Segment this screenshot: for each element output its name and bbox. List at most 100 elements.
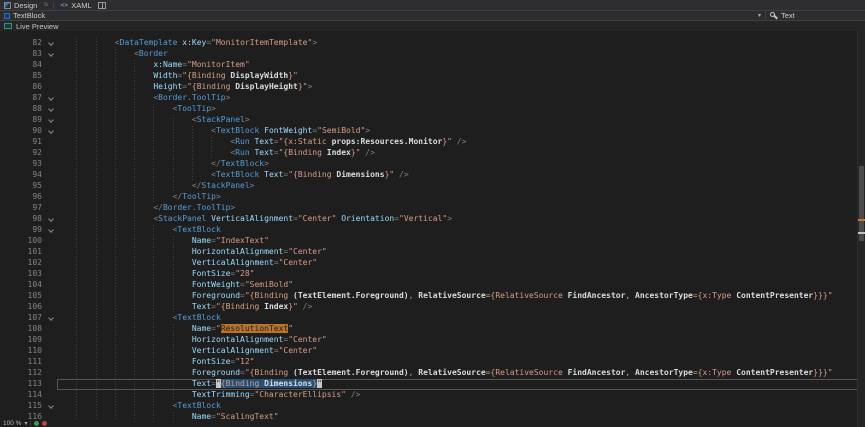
line-number[interactable]: 96 [0,192,44,203]
fold-toggle[interactable] [44,214,57,225]
code-text[interactable]: x:Name="MonitorItem" [57,60,865,71]
line-number[interactable]: 84 [0,60,44,71]
code-line[interactable]: 106 Text="{Binding Index}" /> [0,302,865,313]
fold-toggle[interactable] [44,115,57,126]
line-number[interactable]: 108 [0,324,44,335]
error-indicator-icon[interactable] [42,421,47,426]
code-text[interactable]: FontSize="28" [57,269,865,280]
line-number[interactable]: 93 [0,159,44,170]
line-number[interactable]: 91 [0,137,44,148]
code-line[interactable]: 107 <TextBlock [0,313,865,324]
code-text[interactable]: Text="{Binding Index}" /> [57,302,865,313]
code-text[interactable]: <Run Text="{x:Static props:Resources.Mon… [57,137,865,148]
code-text[interactable]: Name="IndexText" [57,236,865,247]
element-selector[interactable]: TextBlock ▾ [0,11,765,20]
code-text[interactable]: VerticalAlignment="Center" [57,258,865,269]
line-number[interactable]: 92 [0,148,44,159]
line-number[interactable]: 107 [0,313,44,324]
code-text[interactable]: Foreground="{Binding (TextElement.Foregr… [57,368,865,379]
scrollbar-thumb[interactable] [859,166,864,241]
fold-toggle[interactable] [44,49,57,60]
tab-xaml[interactable]: <> XAML [60,1,91,10]
line-number[interactable]: 102 [0,258,44,269]
code-line[interactable]: 108 Name="ResolutionText" [0,324,865,335]
line-number[interactable]: 103 [0,269,44,280]
code-text[interactable]: <StackPanel> [57,115,865,126]
line-number[interactable]: 95 [0,181,44,192]
code-text[interactable]: <TextBlock [57,401,865,412]
code-line[interactable]: 111 FontSize="12" [0,357,865,368]
code-text[interactable]: </Border.ToolTip> [57,203,865,214]
line-number[interactable]: 85 [0,71,44,82]
code-line[interactable]: 100 Name="IndexText" [0,236,865,247]
code-line[interactable]: 83 <Border [0,49,865,60]
code-text[interactable]: Foreground="{Binding (TextElement.Foregr… [57,291,865,302]
fold-toggle[interactable] [44,38,57,49]
code-line[interactable]: 93 </TextBlock> [0,159,865,170]
code-line[interactable]: 114 TextTrimming="CharacterEllipsis" /> [0,390,865,401]
fold-toggle[interactable] [44,313,57,324]
code-line[interactable]: 86 Height="{Binding DisplayHeight}"> [0,82,865,93]
line-number[interactable]: 110 [0,346,44,357]
code-text[interactable]: Width="{Binding DisplayWidth}" [57,71,865,82]
line-number[interactable]: 114 [0,390,44,401]
code-line[interactable]: 88 <ToolTip> [0,104,865,115]
line-number[interactable]: 94 [0,170,44,181]
tab-design[interactable]: Design [4,1,37,10]
code-text[interactable]: Name="ScalingText" [57,412,865,423]
code-text[interactable]: <Border [57,49,865,60]
code-line[interactable]: 85 Width="{Binding DisplayWidth}" [0,71,865,82]
code-line[interactable]: 98 <StackPanel VerticalAlignment="Center… [0,214,865,225]
code-line[interactable]: 109 HorizontalAlignment="Center" [0,335,865,346]
code-text[interactable]: Text="{Binding Dimensions}" [57,379,865,390]
code-text[interactable]: FontSize="12" [57,357,865,368]
code-line[interactable]: 82 <DataTemplate x:Key="MonitorItemTempl… [0,38,865,49]
code-text[interactable]: Name="ResolutionText" [57,324,865,335]
line-number[interactable]: 86 [0,82,44,93]
code-text[interactable]: HorizontalAlignment="Center" [57,335,865,346]
code-line[interactable]: 92 <Run Text="{Binding Index}" /> [0,148,865,159]
fold-toggle[interactable] [44,401,57,412]
fold-toggle[interactable] [44,93,57,104]
code-text[interactable]: <Run Text="{Binding Index}" /> [57,148,865,159]
code-text[interactable]: FontWeight="SemiBold" [57,280,865,291]
code-text[interactable]: <TextBlock [57,313,865,324]
code-text[interactable]: </TextBlock> [57,159,865,170]
code-line[interactable]: 89 <StackPanel> [0,115,865,126]
zoom-level[interactable]: 100 % [3,420,21,427]
code-line[interactable]: 95 </StackPanel> [0,181,865,192]
line-number[interactable]: 99 [0,225,44,236]
code-line[interactable]: 113 Text="{Binding Dimensions}" [0,379,865,390]
line-number[interactable]: 111 [0,357,44,368]
code-text[interactable]: </ToolTip> [57,192,865,203]
code-text[interactable]: VerticalAlignment="Center" [57,346,865,357]
code-line[interactable]: 97 </Border.ToolTip> [0,203,865,214]
line-number[interactable]: 115 [0,401,44,412]
line-number[interactable]: 109 [0,335,44,346]
code-text[interactable]: <ToolTip> [57,104,865,115]
code-line[interactable]: 104 FontWeight="SemiBold" [0,280,865,291]
code-line[interactable]: 112 Foreground="{Binding (TextElement.Fo… [0,368,865,379]
code-line[interactable]: 99 <TextBlock [0,225,865,236]
code-line[interactable]: 87 <Border.ToolTip> [0,93,865,104]
code-line[interactable]: 115 <TextBlock [0,401,865,412]
vertical-scrollbar[interactable] [857,31,865,427]
code-line[interactable]: 90 <TextBlock FontWeight="SemiBold"> [0,126,865,137]
line-number[interactable]: 88 [0,104,44,115]
code-text[interactable]: <Border.ToolTip> [57,93,865,104]
line-number[interactable]: 104 [0,280,44,291]
fold-toggle[interactable] [44,225,57,236]
code-text[interactable]: <TextBlock Text="{Binding Dimensions}" /… [57,170,865,181]
code-text[interactable]: <StackPanel VerticalAlignment="Center" O… [57,214,865,225]
code-text[interactable]: <TextBlock [57,225,865,236]
line-number[interactable]: 98 [0,214,44,225]
code-line[interactable]: 116 Name="ScalingText" [0,412,865,423]
code-line[interactable]: 84 x:Name="MonitorItem" [0,60,865,71]
line-number[interactable]: 100 [0,236,44,247]
code-text[interactable]: <DataTemplate x:Key="MonitorItemTemplate… [57,38,865,49]
line-number[interactable]: 113 [0,379,44,390]
code-editor[interactable]: 82 <DataTemplate x:Key="MonitorItemTempl… [0,31,865,427]
code-text[interactable]: HorizontalAlignment="Center" [57,247,865,258]
code-line[interactable]: 91 <Run Text="{x:Static props:Resources.… [0,137,865,148]
code-line[interactable]: 110 VerticalAlignment="Center" [0,346,865,357]
